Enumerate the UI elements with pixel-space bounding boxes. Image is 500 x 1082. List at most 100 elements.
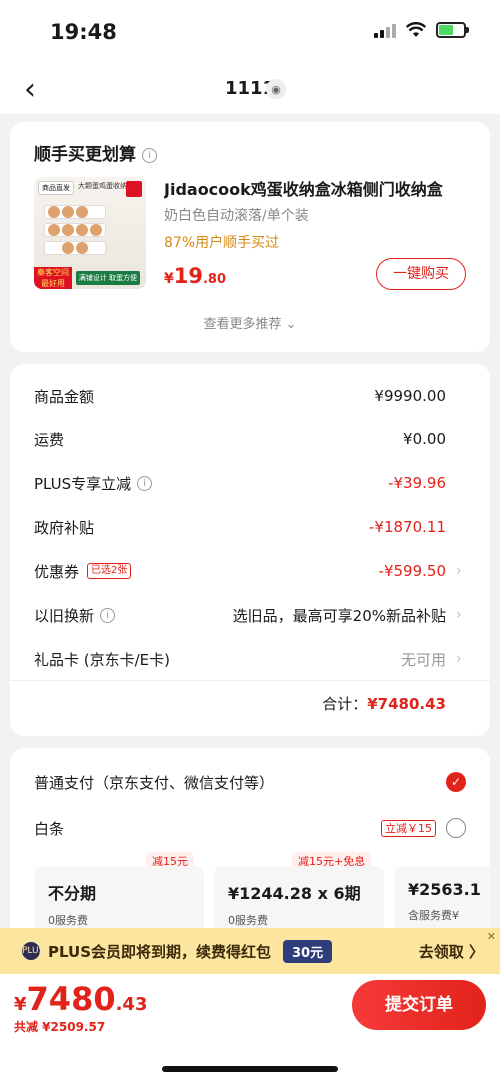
banner-badge: 30元 [283, 939, 333, 963]
thumb-right-tag: 满铺设计 取蛋方便 [75, 271, 140, 285]
trade-in-value: 选旧品，最高可享20%新品补贴 [232, 606, 446, 625]
price-symbol: ¥ [164, 271, 174, 287]
baitiao-payment-option[interactable]: 白条 立减￥15 [34, 816, 466, 840]
plan-title: ¥2563.1 [408, 880, 481, 899]
baitiao-promo-badge: 立减￥15 [381, 819, 436, 837]
plan-sub: 0服务费 [48, 914, 88, 927]
thumb-avatar [126, 181, 142, 197]
close-icon[interactable]: ✕ [487, 930, 496, 943]
plus-icon: PLUS [22, 942, 44, 960]
total-label: 合计： [322, 695, 368, 713]
home-indicator [162, 1066, 338, 1072]
claim-link[interactable]: 去领取 〉 [419, 941, 484, 962]
plus-renewal-banner[interactable]: PLUS PLUS会员即将到期，续费得红包 30元 去领取 〉 ✕ [0, 928, 500, 974]
product-spec: 奶白色自动滚落/单个装 [164, 208, 309, 224]
gov-subsidy-label: 政府补贴 [34, 518, 95, 537]
battery-icon [436, 22, 469, 38]
product-name[interactable]: Jidaocook鸡蛋收纳盒冰箱侧门收纳盒 [164, 176, 464, 200]
plan-sub: 0服务费 [228, 914, 268, 927]
plus-discount-label: PLUS专享立减 [34, 474, 132, 493]
trade-in-label: 以旧换新 [34, 606, 95, 625]
trade-in-label-wrap: 以旧换新 i [34, 605, 233, 626]
plus-discount-value: -¥39.96 [388, 474, 446, 492]
total-value: ¥7480.43 [367, 695, 446, 713]
egg-icon [48, 206, 60, 218]
status-icons [374, 22, 469, 38]
info-circle-icon[interactable]: i [137, 475, 153, 491]
gift-card-row[interactable]: 礼品卡 (京东卡/E卡) 无可用 › [34, 647, 466, 671]
shipping-row: 运费 ¥0.00 [34, 427, 466, 451]
egg-icon [76, 206, 88, 218]
goods-amount-label: 商品金额 [34, 387, 95, 406]
info-circle-icon[interactable]: i [100, 607, 116, 623]
baitiao-radio[interactable] [446, 818, 466, 838]
divider [10, 680, 490, 681]
installment-plans: 减15元 减15元+免息 不分期 0服务费 ¥1244.28 x 6期 0服务费… [34, 852, 490, 938]
plan-title: 不分期 [48, 884, 97, 903]
total-symbol: ¥ [14, 994, 27, 1015]
order-total: ¥7480.43 [14, 980, 147, 1018]
chevron-right-icon: › [456, 607, 462, 623]
price-dec: .80 [202, 272, 227, 287]
chevron-right-icon: › [456, 563, 462, 579]
gift-card-value: 无可用 [400, 650, 446, 669]
upsell-card: 顺手买更划算 i 商品直发 大颗蛋鸡蛋收纳盒 秦客空间 最好用 满铺设计 取蛋方便… [10, 122, 490, 352]
nav-bar: ‹ 1111 ◉ [0, 64, 500, 114]
banner-text: PLUS会员即将到期，续费得红包 [48, 942, 272, 961]
coupon-label: 优惠券 [34, 562, 80, 581]
chevron-right-icon: › [456, 651, 462, 667]
total-int: 7480 [26, 980, 116, 1018]
thumb-top-tag: 商品直发 [38, 181, 74, 195]
nav-title: 1111 [224, 78, 276, 99]
egg-icon [90, 224, 102, 236]
coupon-label-wrap: 优惠券 已选2张 [34, 561, 379, 582]
upsell-title: 顺手买更划算 i [34, 140, 157, 165]
egg-icon [62, 224, 74, 236]
status-time: 19:48 [50, 20, 117, 44]
egg-icon [76, 242, 88, 254]
plan-sub: 含服务费¥ [408, 909, 459, 922]
bottom-bar: ¥7480.43 共减 ¥2509.57 提交订单 [0, 974, 500, 1082]
total-dec: .43 [115, 994, 148, 1015]
egg-icon [62, 206, 74, 218]
plus-discount-label-wrap: PLUS专享立减 i [34, 473, 388, 494]
product-price: ¥19.80 [164, 264, 226, 288]
location-pin-icon[interactable]: ◉ [266, 79, 286, 99]
price-int: 19 [173, 264, 203, 288]
gov-subsidy-row: 政府补贴 -¥1870.11 [34, 515, 466, 539]
price-summary-card: 商品金额 ¥9990.00 运费 ¥0.00 PLUS专享立减 i -¥39.96… [10, 364, 490, 736]
coupon-row[interactable]: 优惠券 已选2张 -¥599.50 › [34, 559, 466, 583]
check-icon[interactable]: ✓ [446, 772, 466, 792]
signal-icon [374, 22, 396, 38]
gov-subsidy-value: -¥1870.11 [369, 518, 446, 536]
status-bar: 19:48 [0, 0, 500, 64]
egg-icon [48, 224, 60, 236]
submit-order-button[interactable]: 提交订单 [352, 980, 486, 1030]
more-recommendations-link[interactable]: 查看更多推荐 ⌄ [10, 313, 490, 332]
baitiao-label: 白条 [34, 819, 65, 838]
egg-icon [76, 224, 88, 236]
thumb-shelf [44, 241, 106, 255]
product-thumbnail[interactable]: 商品直发 大颗蛋鸡蛋收纳盒 秦客空间 最好用 满铺设计 取蛋方便 [34, 177, 146, 289]
shipping-label: 运费 [34, 430, 65, 449]
normal-payment-label: 普通支付（京东支付、微信支付等） [34, 773, 275, 792]
wifi-icon [406, 22, 426, 37]
coupon-value: -¥599.50 [378, 562, 446, 580]
more-recommendations-label: 查看更多推荐 [203, 317, 282, 332]
plan-title: ¥1244.28 x 6期 [228, 884, 361, 903]
trade-in-row[interactable]: 以旧换新 i 选旧品，最高可享20%新品补贴 › [34, 603, 466, 627]
total-discount: 共减 ¥2509.57 [14, 1020, 106, 1034]
normal-payment-option[interactable]: 普通支付（京东支付、微信支付等） ✓ [34, 770, 466, 794]
goods-amount-value: ¥9990.00 [374, 387, 446, 405]
upsell-title-text: 顺手买更划算 [34, 145, 136, 165]
info-circle-icon[interactable]: i [142, 147, 157, 163]
total-row: 合计：¥7480.43 [322, 693, 446, 714]
shipping-value: ¥0.00 [403, 430, 446, 448]
egg-icon [62, 242, 74, 254]
thumb-left-tag: 秦客空间 最好用 [34, 267, 72, 289]
one-click-buy-button[interactable]: 一键购买 [376, 258, 466, 290]
gift-card-label: 礼品卡 (京东卡/E卡) [34, 650, 171, 669]
payment-card: 普通支付（京东支付、微信支付等） ✓ 白条 立减￥15 减15元 减15元+免息… [10, 748, 490, 938]
coupon-count-badge: 已选2张 [87, 563, 132, 579]
goods-amount-row: 商品金额 ¥9990.00 [34, 384, 466, 408]
